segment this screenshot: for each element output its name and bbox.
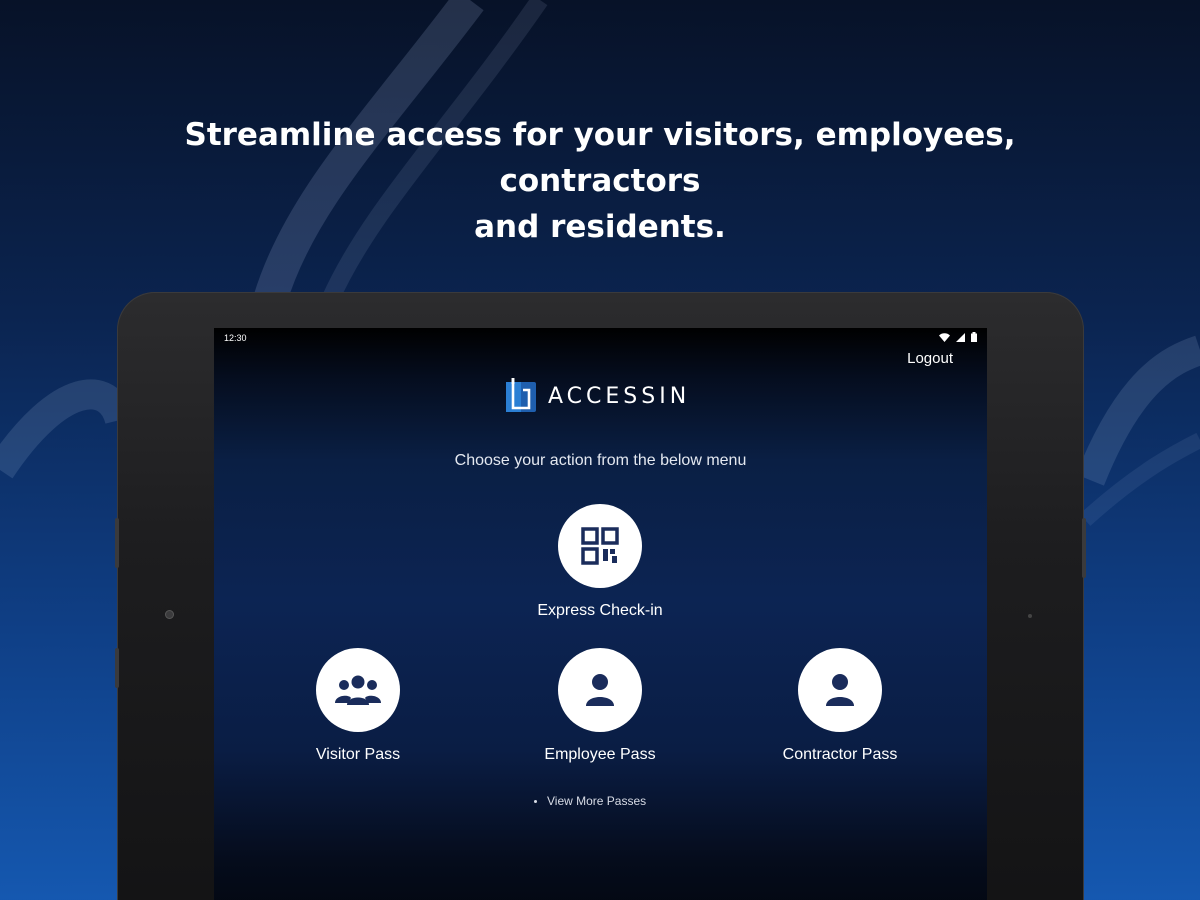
qr-code-icon xyxy=(581,527,619,565)
tablet-frame: 12:30 Logout ACCESSIN Choose your action… xyxy=(115,292,1086,900)
brand-name: ACCESSIN xyxy=(548,383,691,409)
visitor-pass-label: Visitor Pass xyxy=(315,746,401,763)
visitor-pass-circle[interactable] xyxy=(316,648,400,732)
wifi-icon xyxy=(939,332,950,342)
employee-pass-circle[interactable] xyxy=(558,648,642,732)
express-checkin-circle[interactable] xyxy=(558,504,642,588)
status-bar: 12:30 xyxy=(214,328,987,348)
brand-logo: ACCESSIN xyxy=(504,378,690,414)
bullet-icon xyxy=(534,800,537,804)
app-screen: 12:30 Logout ACCESSIN Choose your action… xyxy=(214,328,987,900)
view-more-passes-label: View More Passes xyxy=(547,794,647,808)
contractor-pass-label: Contractor Pass xyxy=(782,746,898,763)
contractor-pass-circle[interactable] xyxy=(798,648,882,732)
status-time: 12:30 xyxy=(224,333,247,343)
person-icon xyxy=(586,674,614,706)
status-icons xyxy=(939,332,977,342)
tablet-side-button xyxy=(1082,518,1086,578)
tablet-side-button xyxy=(115,518,119,568)
group-icon xyxy=(335,675,381,705)
express-checkin-button[interactable]: Express Check-in xyxy=(520,504,680,620)
action-prompt: Choose your action from the below menu xyxy=(454,452,747,469)
view-more-passes-link[interactable]: View More Passes xyxy=(534,794,646,808)
signal-icon xyxy=(956,332,965,342)
logout-button[interactable]: Logout xyxy=(907,350,953,367)
tablet-sensor xyxy=(1028,614,1032,618)
accessin-logo-icon xyxy=(506,378,536,412)
promo-headline-line-2: and residents. xyxy=(474,209,726,245)
promo-headline-line-1: Streamline access for your visitors, emp… xyxy=(184,117,1016,199)
battery-icon xyxy=(971,332,977,342)
employee-pass-label: Employee Pass xyxy=(544,746,656,763)
person-icon xyxy=(826,674,854,706)
visitor-pass-button[interactable]: Visitor Pass xyxy=(278,648,438,764)
tablet-side-button xyxy=(115,648,119,688)
contractor-pass-button[interactable]: Contractor Pass xyxy=(760,648,920,764)
employee-pass-button[interactable]: Employee Pass xyxy=(520,648,680,764)
promo-headline: Streamline access for your visitors, emp… xyxy=(100,112,1100,250)
tablet-camera xyxy=(165,610,174,619)
express-checkin-label: Express Check-in xyxy=(537,602,663,619)
